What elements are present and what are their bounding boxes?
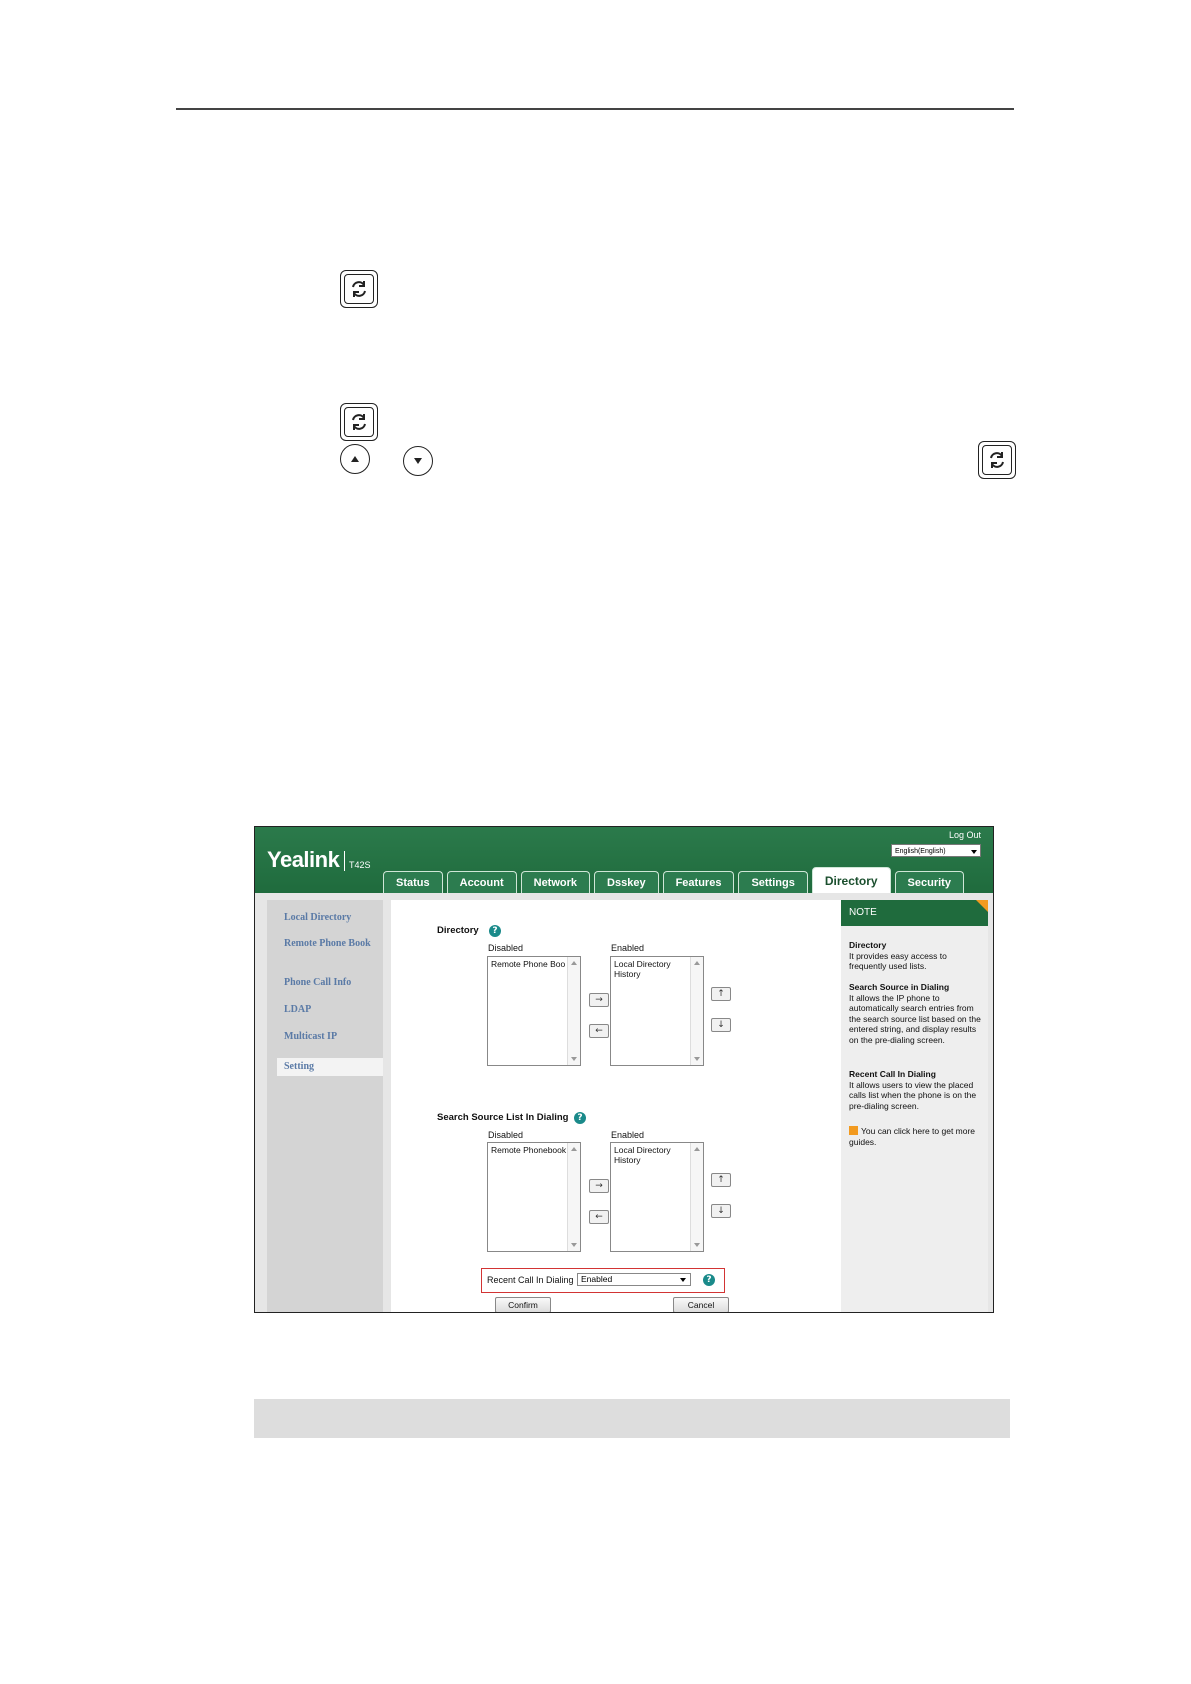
list-item[interactable]: History	[614, 1155, 692, 1165]
sidebar-item-local-directory[interactable]: Local Directory	[284, 912, 382, 924]
recent-call-select[interactable]: Enabled	[577, 1273, 691, 1286]
cancel-button[interactable]: Cancel	[673, 1297, 729, 1312]
sidebar-item-ldap[interactable]: LDAP	[284, 1004, 382, 1016]
help-icon[interactable]: ?	[489, 925, 501, 937]
move-down-button[interactable]: ↓	[711, 1018, 731, 1032]
help-icon[interactable]: ?	[703, 1274, 715, 1286]
recent-call-label: Recent Call In Dialing	[487, 1275, 574, 1285]
scrollbar[interactable]	[690, 957, 703, 1065]
tab-account[interactable]: Account	[446, 871, 517, 893]
settings-panel: Directory ? Disabled Enabled Remote Phon…	[391, 900, 843, 1312]
header-rule	[176, 108, 1014, 110]
top-bar: Yealink T42S Log Out English(English) St…	[255, 827, 993, 893]
note-recent-call: Recent Call In Dialing It allows users to…	[849, 1069, 977, 1111]
logo: Yealink	[267, 847, 340, 872]
list-item[interactable]: Remote Phone Boo	[491, 959, 569, 969]
move-left-button[interactable]: ←	[589, 1210, 609, 1224]
list-item[interactable]: History	[614, 969, 692, 979]
switch-key-icon	[340, 270, 378, 308]
scrollbar[interactable]	[567, 957, 580, 1065]
guide-book-icon	[849, 1126, 858, 1135]
sidebar-item-remote-phone-book[interactable]: Remote Phone Book	[284, 938, 382, 950]
search-source-disabled-list[interactable]: Remote Phonebook	[487, 1142, 581, 1252]
gray-banner	[254, 1399, 1010, 1438]
disabled-label: Disabled	[488, 943, 524, 953]
tab-dsskey[interactable]: Dsskey	[594, 871, 659, 893]
scrollbar[interactable]	[690, 1143, 703, 1251]
directory-enabled-list[interactable]: Local Directory History	[610, 956, 704, 1066]
list-item[interactable]: Local Directory	[614, 1145, 692, 1155]
note-directory: Directory It provides easy access to freq…	[849, 940, 947, 971]
move-right-button[interactable]: →	[589, 993, 609, 1007]
logout-link[interactable]: Log Out	[949, 830, 981, 840]
scrollbar[interactable]	[567, 1143, 580, 1251]
help-icon[interactable]: ?	[574, 1112, 586, 1124]
search-source-enabled-list[interactable]: Local Directory History	[610, 1142, 704, 1252]
language-select[interactable]: English(English)	[891, 844, 981, 857]
switch-key-icon	[978, 441, 1016, 479]
tab-features[interactable]: Features	[662, 871, 735, 893]
sidebar: Local Directory Remote Phone Book Phone …	[267, 900, 383, 1312]
move-down-button[interactable]: ↓	[711, 1204, 731, 1218]
tab-directory[interactable]: Directory	[811, 867, 891, 893]
move-up-button[interactable]: ↑	[711, 1173, 731, 1187]
web-ui-screenshot: Yealink T42S Log Out English(English) St…	[254, 826, 994, 1313]
directory-disabled-list[interactable]: Remote Phone Boo	[487, 956, 581, 1066]
move-up-button[interactable]: ↑	[711, 987, 731, 1001]
note-fold-icon	[976, 900, 988, 912]
note-title: NOTE	[841, 900, 988, 926]
list-item[interactable]: Remote Phonebook	[491, 1145, 569, 1155]
tab-security[interactable]: Security	[894, 871, 964, 893]
move-left-button[interactable]: ←	[589, 1024, 609, 1038]
tab-network[interactable]: Network	[520, 871, 591, 893]
note-guide[interactable]: You can click here to get more guides.	[849, 1126, 983, 1147]
search-source-title: Search Source List In Dialing	[437, 1112, 569, 1123]
enabled-label: Enabled	[611, 1130, 645, 1140]
list-item[interactable]: Local Directory	[614, 959, 692, 969]
tab-status[interactable]: Status	[383, 871, 443, 893]
tab-settings[interactable]: Settings	[738, 871, 808, 893]
enabled-label: Enabled	[611, 943, 645, 953]
switch-key-icon	[340, 403, 378, 441]
directory-title: Directory	[437, 925, 479, 936]
main-tabs: Status Account Network Dsskey Features S…	[383, 867, 968, 893]
chevron-down-icon	[971, 850, 977, 854]
chevron-down-icon	[680, 1278, 686, 1282]
sidebar-item-phone-call-info[interactable]: Phone Call Info	[284, 977, 382, 989]
confirm-button[interactable]: Confirm	[495, 1297, 551, 1312]
disabled-label: Disabled	[488, 1130, 524, 1140]
sidebar-item-setting[interactable]: Setting	[284, 1061, 382, 1073]
down-arrow-key-icon	[403, 446, 433, 476]
move-right-button[interactable]: →	[589, 1179, 609, 1193]
note-search-source: Search Source in Dialing It allows the IP…	[849, 982, 981, 1045]
model-label: T42S	[349, 860, 371, 870]
up-arrow-key-icon	[340, 444, 370, 474]
sidebar-item-multicast-ip[interactable]: Multicast IP	[284, 1031, 382, 1043]
note-panel: NOTE Directory It provides easy access to…	[841, 900, 988, 1312]
logo-separator	[344, 851, 345, 871]
